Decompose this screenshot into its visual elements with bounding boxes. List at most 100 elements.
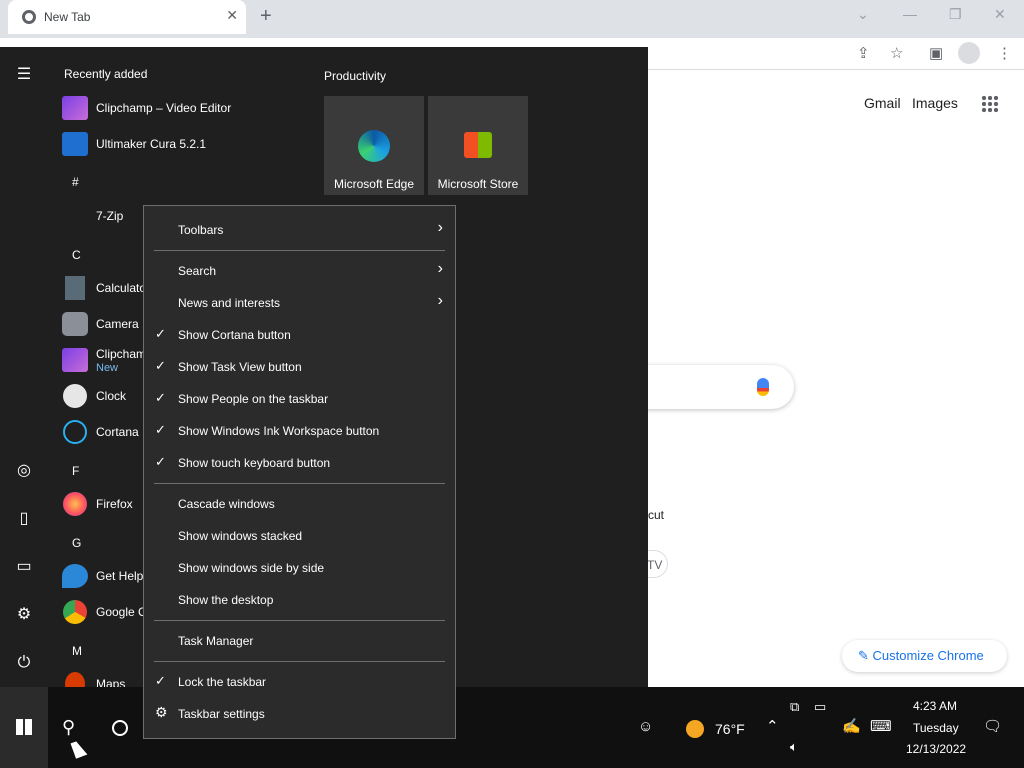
tile-microsoft-edge[interactable]: Microsoft Edge (324, 96, 424, 195)
profile-avatar[interactable] (958, 42, 980, 64)
hamburger-menu-icon[interactable]: ☰ (14, 65, 34, 85)
chrome-icon (63, 600, 87, 624)
gear-icon: ⚙ (155, 704, 168, 720)
app-label: Get Help (96, 569, 144, 583)
tab-search-icon[interactable]: ⌄ (857, 6, 869, 23)
tile-label: Microsoft Store (437, 177, 519, 191)
app-label: Clipchamp – Video Editor (96, 101, 232, 115)
letter-header-m[interactable]: M (72, 644, 82, 658)
browser-tab[interactable]: New Tab ✕ (8, 0, 246, 34)
images-link[interactable]: Images (912, 95, 958, 111)
letter-header-c[interactable]: C (72, 248, 81, 262)
menu-item-show-people[interactable]: ✓ Show People on the taskbar (144, 383, 455, 415)
store-icon (464, 132, 492, 158)
menu-item-show-desktop[interactable]: Show the desktop (144, 584, 455, 616)
menu-item-show-touch-keyboard[interactable]: ✓ Show touch keyboard button (144, 447, 455, 479)
network-icon[interactable]: ▭ (814, 699, 826, 715)
clock-day[interactable]: Tuesday (913, 721, 959, 735)
power-icon[interactable]: ⏻ (14, 653, 34, 673)
menu-item-news-and-interests[interactable]: News and interests › (144, 287, 455, 319)
firefox-icon (63, 492, 87, 516)
touch-keyboard-icon[interactable]: ⌨ (870, 717, 892, 735)
weather-temperature[interactable]: 76°F (715, 721, 745, 737)
menu-divider (154, 620, 445, 621)
folder-icon (62, 204, 88, 228)
letter-header-f[interactable]: F (72, 464, 79, 478)
weather-sun-icon[interactable] (686, 720, 704, 738)
menu-item-search[interactable]: Search › (144, 255, 455, 287)
checkmark-icon: ✓ (155, 454, 166, 469)
close-window-icon[interactable]: ✕ (994, 6, 1006, 23)
app-label: Camera (96, 317, 139, 331)
user-account-icon[interactable]: ◎ (14, 461, 34, 481)
menu-item-toolbars[interactable]: Toolbars › (144, 214, 455, 246)
gmail-link[interactable]: Gmail (864, 95, 901, 111)
menu-divider (154, 483, 445, 484)
pencil-icon: ✎ (858, 648, 873, 663)
menu-item-windows-side-by-side[interactable]: Show windows side by side (144, 552, 455, 584)
google-apps-icon[interactable] (981, 95, 999, 113)
help-icon (62, 564, 88, 588)
clipchamp-icon (62, 96, 88, 120)
pen-ink-icon[interactable]: ✍ (842, 717, 861, 735)
app-item-clipchamp-video-editor[interactable]: Clipchamp – Video Editor (62, 92, 302, 124)
action-center-icon[interactable]: 🗨︎ (983, 717, 1002, 735)
menu-label: Cascade windows (178, 497, 275, 511)
menu-item-windows-stacked[interactable]: Show windows stacked (144, 520, 455, 552)
menu-divider (154, 250, 445, 251)
restore-icon[interactable]: ❐ (949, 6, 962, 23)
menu-label: News and interests (178, 296, 281, 310)
more-menu-icon[interactable]: ⋮ (997, 44, 1012, 62)
tile-label: Microsoft Edge (333, 177, 415, 191)
app-label: Ultimaker Cura 5.2.1 (96, 137, 207, 151)
clock-time[interactable]: 4:23 AM (913, 699, 957, 713)
checkmark-icon: ✓ (155, 422, 166, 437)
checkmark-icon: ✓ (155, 358, 166, 373)
checkmark-icon: ✓ (155, 390, 166, 405)
settings-gear-icon[interactable]: ⚙ (14, 605, 34, 625)
menu-item-lock-taskbar[interactable]: ✓ Lock the taskbar (144, 666, 455, 698)
menu-item-show-task-view[interactable]: ✓ Show Task View button (144, 351, 455, 383)
microphone-icon[interactable] (757, 378, 769, 396)
letter-header-hash[interactable]: # (72, 175, 79, 189)
menu-item-cascade-windows[interactable]: Cascade windows (144, 488, 455, 520)
share-icon[interactable]: ⇪ (857, 44, 870, 62)
cortana-button-icon[interactable] (112, 720, 128, 736)
minimize-icon[interactable]: — (903, 6, 917, 22)
menu-item-show-ink-workspace[interactable]: ✓ Show Windows Ink Workspace button (144, 415, 455, 447)
edge-icon (358, 130, 390, 162)
side-panel-icon[interactable]: ▣ (929, 44, 943, 62)
start-button[interactable] (0, 687, 48, 768)
pictures-icon[interactable]: ▭ (14, 557, 34, 577)
app-label: Maps (96, 677, 126, 687)
app-item-ultimaker-cura[interactable]: Ultimaker Cura 5.2.1 (62, 128, 302, 160)
documents-icon[interactable]: ▯ (14, 509, 34, 529)
new-tab-button[interactable]: + (260, 5, 272, 28)
customize-chrome-button[interactable]: ✎ Customize Chrome (842, 640, 1007, 672)
shortcut-label: cut (648, 508, 665, 522)
onedrive-sync-icon[interactable]: ⧉ (790, 699, 799, 715)
search-icon[interactable]: ⚲ (62, 717, 75, 738)
menu-label: Lock the taskbar (178, 675, 267, 689)
close-tab-icon[interactable]: ✕ (226, 7, 238, 24)
new-badge: New (96, 362, 119, 374)
chevron-up-icon[interactable]: ⌃ (766, 717, 779, 735)
cortana-icon (63, 420, 87, 444)
menu-item-task-manager[interactable]: Task Manager (144, 625, 455, 657)
menu-label: Show touch keyboard button (178, 456, 331, 470)
letter-header-g[interactable]: G (72, 536, 81, 550)
menu-label: Show windows side by side (178, 561, 325, 575)
tile-microsoft-store[interactable]: Microsoft Store (428, 96, 528, 195)
menu-item-taskbar-settings[interactable]: ⚙ Taskbar settings (144, 698, 455, 730)
clock-date[interactable]: 12/13/2022 (906, 742, 966, 756)
app-label: 7-Zip (96, 209, 124, 223)
menu-item-show-cortana[interactable]: ✓ Show Cortana button (144, 319, 455, 351)
search-input[interactable] (640, 365, 794, 409)
people-icon[interactable]: ☺ (638, 718, 653, 735)
tab-title: New Tab (44, 10, 91, 24)
volume-icon[interactable]: 🔈︎ (790, 739, 798, 755)
menu-label: Show Windows Ink Workspace button (178, 424, 380, 438)
app-label: Calculator (96, 281, 151, 295)
browser-titlebar: New Tab ✕ + ⌄ — ❐ ✕ (0, 0, 1024, 38)
bookmark-star-icon[interactable]: ☆ (890, 44, 903, 62)
